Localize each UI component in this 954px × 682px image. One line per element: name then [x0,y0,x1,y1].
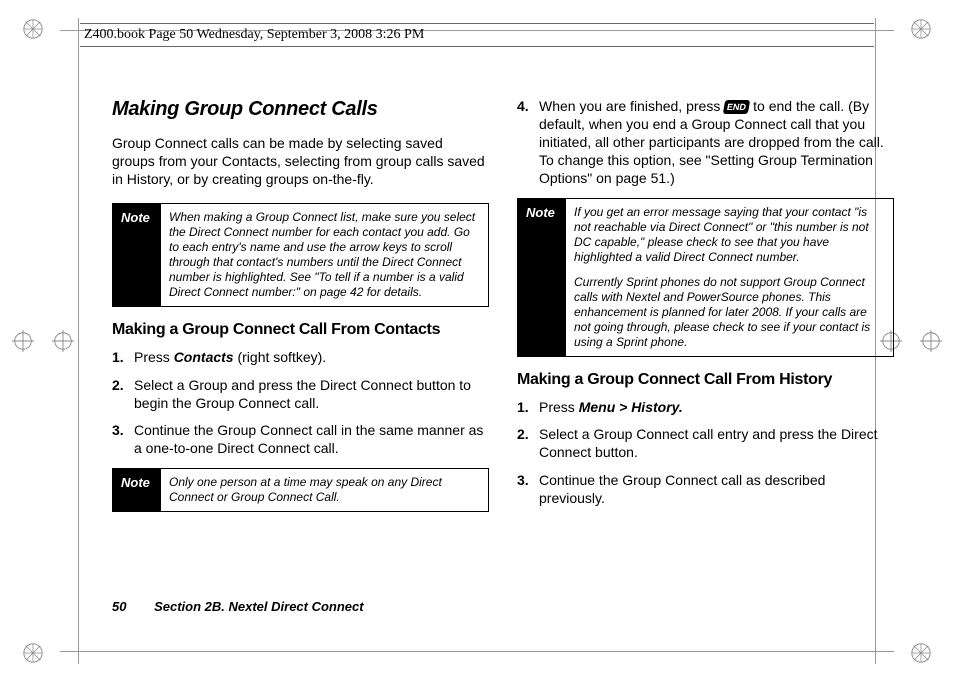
step-text: (right softkey). [234,349,327,365]
section-label: Section 2B. Nextel Direct Connect [154,599,364,614]
steps-list: Press Menu > History. Select a Group Con… [517,399,894,509]
note-box: Note When making a Group Connect list, m… [112,203,489,307]
note-box: Note Only one person at a time may speak… [112,468,489,512]
note-label: Note [518,199,566,356]
crosshair-icon [52,330,74,352]
registration-icon [22,642,44,664]
page-number: 50 [112,599,126,614]
registration-icon [22,18,44,40]
steps-list: Press Contacts (right softkey). Select a… [112,349,489,459]
step-item: When you are finished, press END to end … [517,98,894,188]
crosshair-icon [920,330,942,352]
note-body: If you get an error message saying that … [566,199,893,356]
step-text: Press [539,399,579,415]
print-header: Z400.book Page 50 Wednesday, September 3… [80,23,874,47]
step-item: Continue the Group Connect call as descr… [517,472,894,508]
note-body-text: Only one person at a time may speak on a… [169,475,480,505]
crop-rule-bottom [60,651,894,652]
crop-rule-left [78,18,79,664]
subsection-title: Making a Group Connect Call From Contact… [112,321,489,339]
right-column: When you are finished, press END to end … [517,98,894,600]
lead-paragraph: Group Connect calls can be made by selec… [112,135,489,189]
page-body: Making Group Connect Calls Group Connect… [112,98,894,600]
step-text: When you are finished, press [539,98,724,114]
note-box: Note If you get an error message saying … [517,198,894,357]
subsection-title: Making a Group Connect Call From History [517,371,894,389]
step-item: Press Menu > History. [517,399,894,417]
registration-icon [910,642,932,664]
page-footer: 50 Section 2B. Nextel Direct Connect [112,599,364,614]
note-body-text: If you get an error message saying that … [574,205,885,265]
menu-path: Menu > History. [579,399,683,415]
step-item: Continue the Group Connect call in the s… [112,422,489,458]
registration-icon [910,18,932,40]
softkey-name: Contacts [174,349,234,365]
note-body-text: When making a Group Connect list, make s… [169,210,480,300]
note-label: Note [113,204,161,306]
step-text: Press [134,349,174,365]
end-key-icon: END [723,100,750,114]
steps-list-continued: When you are finished, press END to end … [517,98,894,188]
note-body-text: Currently Sprint phones do not support G… [574,275,885,350]
crosshair-icon [12,330,34,352]
section-title: Making Group Connect Calls [112,98,489,121]
note-body: Only one person at a time may speak on a… [161,469,488,511]
step-item: Select a Group and press the Direct Conn… [112,377,489,413]
step-item: Press Contacts (right softkey). [112,349,489,367]
step-item: Select a Group Connect call entry and pr… [517,426,894,462]
note-body: When making a Group Connect list, make s… [161,204,488,306]
print-header-text: Z400.book Page 50 Wednesday, September 3… [84,27,424,42]
left-column: Making Group Connect Calls Group Connect… [112,98,489,600]
note-label: Note [113,469,161,511]
